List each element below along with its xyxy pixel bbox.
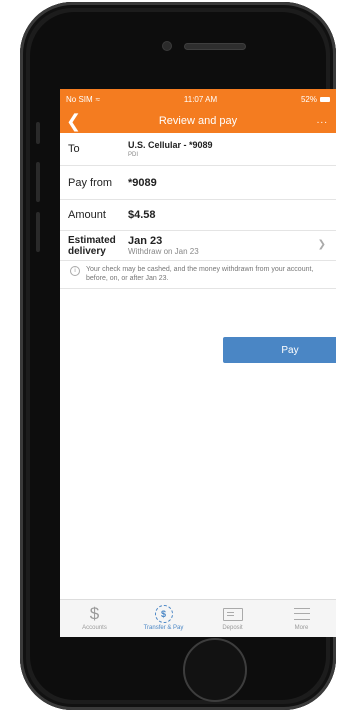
back-chevron-icon[interactable]: ❮ — [66, 111, 81, 131]
notice-text: Your check may be cashed, and the money … — [86, 266, 314, 282]
app-screen: No SIM ≈ 11:07 AM 52% ❮ Review and pay .… — [60, 89, 336, 637]
phone-frame: No SIM ≈ 11:07 AM 52% ❮ Review and pay .… — [20, 2, 336, 710]
amount-row: Amount $4.58 — [60, 200, 336, 231]
volume-down-button — [36, 212, 40, 252]
info-icon: i — [70, 266, 80, 276]
tab-deposit[interactable]: Deposit — [198, 600, 267, 637]
delivery-label-line2: delivery — [68, 245, 106, 257]
transfer-pay-icon: $ — [154, 605, 173, 623]
to-row: To U.S. Cellular - *9089 PDI — [60, 133, 336, 166]
chevron-right-icon: ❯ — [317, 239, 326, 250]
speaker-grille — [185, 44, 245, 49]
volume-up-button — [36, 162, 40, 202]
delivery-row[interactable]: Estimated delivery Jan 23 Withdraw on Ja… — [60, 231, 336, 261]
wifi-icon: ≈ — [95, 94, 101, 104]
tab-bar: $ Accounts $ Transfer & Pay Deposit More — [60, 599, 336, 637]
mute-switch — [36, 122, 40, 144]
check-deposit-icon — [222, 607, 243, 621]
amount-label: Amount — [68, 209, 106, 221]
delivery-label-line1: Estimated — [68, 234, 116, 246]
pay-from-row: Pay from *9089 — [60, 166, 336, 200]
withdraw-date: Withdraw on Jan 23 — [128, 247, 199, 256]
payee-name: U.S. Cellular - *9089 — [128, 140, 213, 150]
delivery-label: Estimated delivery — [68, 235, 128, 257]
cash-notice: i Your check may be cashed, and the mone… — [60, 261, 336, 289]
page-title: Review and pay — [158, 115, 238, 127]
payee-sub: PDI — [128, 152, 139, 158]
tab-accounts-label: Accounts — [82, 625, 107, 631]
battery-percent: 52% — [300, 94, 317, 104]
pay-from-account: *9089 — [128, 176, 157, 189]
tab-transfer-pay[interactable]: $ Transfer & Pay — [129, 600, 198, 637]
tab-more-label: More — [294, 625, 309, 631]
pay-from-label: Pay from — [68, 176, 113, 189]
menu-icon — [293, 608, 310, 620]
amount-value: $4.58 — [128, 209, 156, 221]
pay-button[interactable]: Pay — [223, 337, 336, 363]
status-bar: No SIM ≈ 11:07 AM 52% — [60, 89, 336, 109]
status-time: 11:07 AM — [183, 94, 218, 104]
battery-icon — [319, 96, 330, 102]
more-options-icon[interactable]: ... — [317, 115, 328, 126]
delivery-date: Jan 23 — [128, 235, 163, 247]
nav-bar: ❮ Review and pay ... — [60, 109, 336, 133]
tab-more[interactable]: More — [267, 600, 336, 637]
tab-deposit-label: Deposit — [222, 625, 243, 631]
to-label: To — [68, 143, 80, 155]
front-camera — [163, 42, 171, 50]
home-button[interactable] — [183, 638, 247, 702]
tab-accounts[interactable]: $ Accounts — [60, 600, 129, 637]
carrier-text: No SIM — [66, 94, 93, 104]
dollar-icon: $ — [89, 604, 100, 623]
tab-transfer-pay-label: Transfer & Pay — [143, 625, 184, 631]
